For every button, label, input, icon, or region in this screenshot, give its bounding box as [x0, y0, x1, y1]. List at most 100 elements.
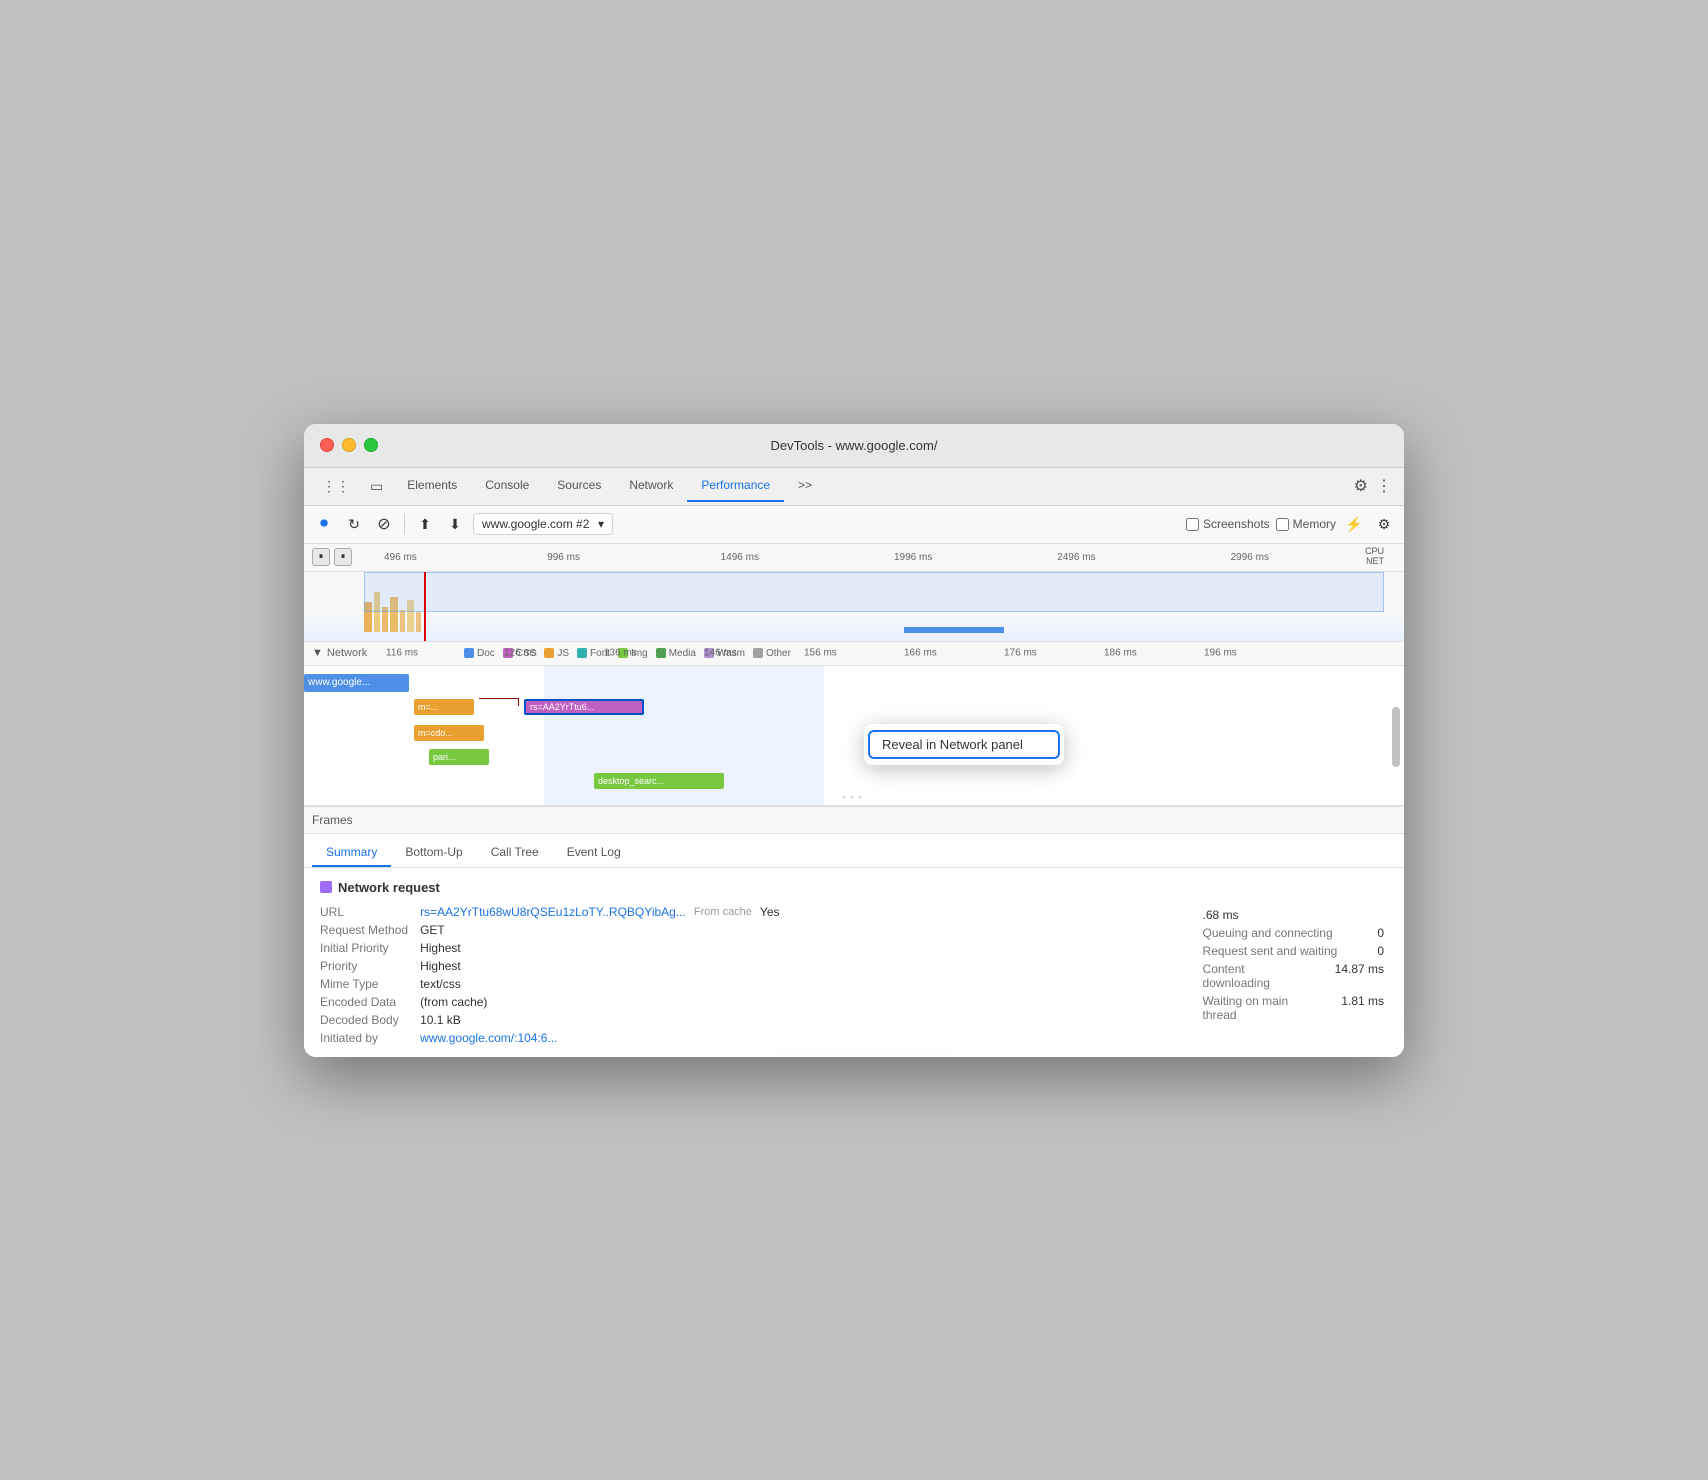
tab-call-tree[interactable]: Call Tree — [477, 839, 553, 867]
tab-more[interactable]: >> — [784, 470, 826, 502]
bar-mcdo[interactable]: m=cdo... — [414, 725, 484, 741]
net-ruler-6: 176 ms — [1004, 648, 1037, 659]
ctx-reveal-network-1[interactable]: Reveal in Network panel — [868, 730, 1060, 759]
table-row[interactable]: m=... rs=AA2YrTtu6... — [304, 694, 1404, 720]
minimize-button[interactable] — [342, 438, 356, 452]
from-cache-value: Yes — [760, 905, 780, 919]
close-button[interactable] — [320, 438, 334, 452]
bar-rs[interactable]: rs=AA2YrTtu6... — [524, 699, 644, 715]
initial-priority-label: Initial Priority — [320, 941, 408, 955]
queuing-label: Queuing and connecting — [1203, 926, 1333, 940]
devtools-window: DevTools - www.google.com/ ⋮⋮ ▭ Elements… — [304, 424, 1404, 1057]
network-throttle-button[interactable]: ⚡ — [1342, 512, 1366, 536]
tab-bottom-up[interactable]: Bottom-Up — [391, 839, 476, 867]
priority-label: Priority — [320, 959, 408, 973]
ruler-mark-2: 1496 ms — [721, 552, 759, 563]
net-bar — [904, 627, 1004, 633]
toolbar-row: ⏺ ↻ ⊘ ⬆ ⬇ www.google.com #2 ▾ Screenshot… — [304, 506, 1404, 544]
legend-js: JS — [544, 648, 569, 659]
scrollbar[interactable] — [1392, 707, 1400, 767]
tab-sources[interactable]: Sources — [543, 470, 615, 502]
url-link[interactable]: rs=AA2YrTtu68wU8rQSEu1zLoTY..RQBQYibAg..… — [420, 905, 686, 919]
network-ruler: ▼ Network Doc CSS JS — [304, 642, 1404, 666]
tab-performance[interactable]: Performance — [687, 470, 784, 502]
stat-row-3: Waiting on mainthread 1.81 ms — [1203, 994, 1384, 1022]
font-color — [577, 648, 587, 658]
memory-checkbox-group: Memory — [1276, 517, 1336, 531]
net-ruler-8: 196 ms — [1204, 648, 1237, 659]
net-label: NET — [1366, 556, 1384, 566]
table-row[interactable]: m=cdo... — [304, 720, 1404, 746]
legend-media: Media — [656, 648, 696, 659]
device-icon[interactable]: ▭ — [360, 470, 393, 503]
bar-m[interactable]: m=... — [414, 699, 474, 715]
legend-media-label: Media — [669, 648, 696, 659]
from-cache-label: From cache — [694, 906, 752, 918]
gear-icons-group: ⚙ ⋮ — [1354, 476, 1396, 496]
memory-checkbox[interactable] — [1276, 518, 1289, 531]
legend-img-label: Img — [631, 648, 648, 659]
legend-css: CSS — [503, 648, 537, 659]
context-menu-tooltip: Reveal in Network panel — [864, 724, 1064, 765]
tab-summary[interactable]: Summary — [312, 839, 391, 867]
pause-btn-1[interactable]: ⏸ — [312, 548, 330, 566]
legend-wasm-label: Wasm — [717, 648, 745, 659]
net-ruler-4: 156 ms — [804, 648, 837, 659]
toolbar-settings-button[interactable]: ⚙ — [1372, 512, 1396, 536]
titlebar: DevTools - www.google.com/ — [304, 424, 1404, 468]
tab-event-log[interactable]: Event Log — [553, 839, 635, 867]
stat-row-2: Contentdownloading 14.87 ms — [1203, 962, 1384, 990]
stat-row-0: Queuing and connecting 0 — [1203, 926, 1384, 940]
network-section-label: Network — [327, 647, 367, 659]
screenshots-checkbox-group: Screenshots — [1186, 517, 1270, 531]
record-button[interactable]: ⏺ — [312, 512, 336, 536]
ruler-mark-0: 496 ms — [384, 552, 417, 563]
url-value: www.google.com #2 — [482, 517, 594, 531]
media-color — [656, 648, 666, 658]
timeline-selection[interactable] — [364, 572, 1384, 612]
upload-button[interactable]: ⬆ — [413, 512, 437, 536]
frames-row: Frames — [304, 806, 1404, 834]
pause-btn-2[interactable]: ⏸ — [334, 548, 352, 566]
initiated-by-link[interactable]: www.google.com/:104:6... — [420, 1031, 800, 1045]
maximize-button[interactable] — [364, 438, 378, 452]
legend-font: Font — [577, 648, 610, 659]
settings-icon[interactable]: ⚙ — [1354, 476, 1368, 496]
legend-wasm: Wasm — [704, 648, 745, 659]
url-selector[interactable]: www.google.com #2 ▾ — [473, 513, 613, 535]
window-title: DevTools - www.google.com/ — [771, 438, 938, 453]
bar-pari[interactable]: pari... — [429, 749, 489, 765]
table-row[interactable]: pari... — [304, 744, 1404, 770]
mini-timeline[interactable] — [304, 572, 1404, 642]
queuing-value: 0 — [1377, 926, 1384, 940]
doc-color — [464, 648, 474, 658]
top-tabs-bar: ⋮⋮ ▭ Elements Console Sources Network Pe… — [304, 468, 1404, 506]
inspector-icon[interactable]: ⋮⋮ — [312, 470, 360, 503]
toolbar-divider — [404, 514, 405, 534]
download-button[interactable]: ⬇ — [443, 512, 467, 536]
more-options-icon[interactable]: ⋮ — [1376, 476, 1392, 496]
screenshots-checkbox[interactable] — [1186, 518, 1199, 531]
ruler-mark-4: 2496 ms — [1057, 552, 1095, 563]
tab-network[interactable]: Network — [615, 470, 687, 502]
bar-desktop[interactable]: desktop_searc... — [594, 773, 724, 789]
net-ruler-7: 186 ms — [1104, 648, 1137, 659]
initiated-by-label: Initiated by — [320, 1031, 408, 1045]
clear-button[interactable]: ⊘ — [372, 512, 396, 536]
js-color — [544, 648, 554, 658]
duration-value: .68 ms — [1203, 908, 1384, 922]
network-collapse-icon[interactable]: ▼ — [312, 647, 323, 659]
table-row[interactable]: www.google... — [304, 670, 1404, 696]
row-label-0: www.google... — [304, 674, 409, 692]
content-value: 14.87 ms — [1335, 962, 1384, 990]
reload-button[interactable]: ↻ — [342, 512, 366, 536]
legend-img: Img — [618, 648, 648, 659]
cpu-label: CPU — [1365, 546, 1384, 556]
tab-console[interactable]: Console — [471, 470, 543, 502]
tab-elements[interactable]: Elements — [393, 470, 471, 502]
other-color — [753, 648, 763, 658]
ruler-mark-5: 2996 ms — [1231, 552, 1269, 563]
devtools-body: ⋮⋮ ▭ Elements Console Sources Network Pe… — [304, 468, 1404, 1057]
legend-other-label: Other — [766, 648, 791, 659]
url-label: URL — [320, 905, 408, 919]
